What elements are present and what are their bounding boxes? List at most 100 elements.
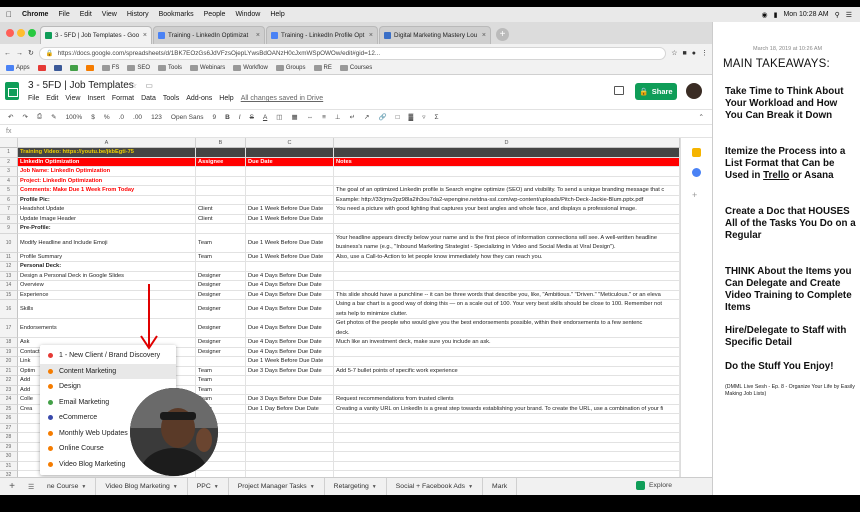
row-number[interactable]: 10 bbox=[0, 233, 18, 253]
cell-c28[interactable] bbox=[246, 433, 334, 443]
cell-a1[interactable]: Training Video: https://youtu.be/jkbEgti… bbox=[18, 148, 196, 158]
row-number[interactable]: 29 bbox=[0, 442, 18, 452]
bookmark-re[interactable]: RE bbox=[313, 65, 332, 71]
row-number[interactable]: 4 bbox=[0, 176, 18, 186]
menu-edit[interactable]: Edit bbox=[80, 11, 92, 18]
row-number[interactable]: 17 bbox=[0, 319, 18, 338]
bookmark-fs[interactable]: FS bbox=[101, 65, 119, 71]
link-icon[interactable]: 🔗 bbox=[378, 113, 386, 121]
cell-b23[interactable]: Team bbox=[196, 385, 246, 395]
cell-a8[interactable]: Update Image Header bbox=[18, 214, 196, 224]
cell-b1[interactable] bbox=[196, 148, 246, 158]
menu-window[interactable]: Window bbox=[235, 11, 260, 18]
row-number[interactable]: 5 bbox=[0, 186, 18, 196]
wrap-icon[interactable]: ↵ bbox=[350, 113, 355, 121]
bookmark-courses[interactable]: Courses bbox=[339, 65, 372, 71]
bold-icon[interactable]: B bbox=[225, 114, 230, 121]
cell-c30[interactable] bbox=[246, 452, 334, 462]
cell-d22[interactable] bbox=[334, 376, 680, 386]
row-number[interactable]: 13 bbox=[0, 271, 18, 281]
cell-c21[interactable]: Due 3 Days Before Due Date bbox=[246, 366, 334, 376]
cell-c7[interactable]: Due 1 Week Before Due Date bbox=[246, 205, 334, 215]
cell-b21[interactable]: Team bbox=[196, 366, 246, 376]
row-number[interactable]: 16 bbox=[0, 300, 18, 319]
profile-icon[interactable]: ● bbox=[692, 50, 696, 57]
more-icon[interactable]: ⋮ bbox=[701, 49, 708, 57]
column-header-c[interactable]: C bbox=[246, 138, 334, 148]
chart-icon[interactable]: ▓ bbox=[409, 114, 414, 121]
sheet-tab-online-course[interactable]: ne Course ▼ bbox=[38, 478, 97, 495]
row-number[interactable]: 30 bbox=[0, 452, 18, 462]
bookmark-seo[interactable]: SEO bbox=[127, 65, 150, 71]
row-number[interactable]: 25 bbox=[0, 404, 18, 414]
row-number[interactable]: 15 bbox=[0, 290, 18, 300]
cell-c20[interactable]: Due 1 Week Before Due Date bbox=[246, 357, 334, 367]
menu-sheet-edit[interactable]: Edit bbox=[46, 95, 58, 102]
all-sheets-icon[interactable]: ☰ bbox=[24, 483, 38, 491]
cell-c26[interactable] bbox=[246, 414, 334, 424]
close-tab-icon[interactable]: × bbox=[369, 32, 373, 39]
cell-d27[interactable] bbox=[334, 423, 680, 433]
cell-a2[interactable]: LinkedIn Optimization bbox=[18, 157, 196, 167]
reload-icon[interactable]: ↻ bbox=[28, 49, 34, 57]
align-icon[interactable]: ≡ bbox=[322, 114, 326, 121]
cell-b10[interactable]: Team bbox=[196, 233, 246, 253]
minimize-window-icon[interactable] bbox=[17, 29, 25, 37]
row-number[interactable]: 23 bbox=[0, 385, 18, 395]
sheet-tab-video-blog[interactable]: Video Blog Marketing ▼ bbox=[96, 478, 188, 495]
cell-c18[interactable]: Due 4 Days Before Due Date bbox=[246, 338, 334, 348]
cell-a4[interactable]: Project: LinkedIn Optimization bbox=[18, 176, 196, 186]
bookmark-groups[interactable]: Groups bbox=[275, 65, 306, 71]
cell-c16[interactable]: Due 4 Days Before Due Date bbox=[246, 300, 334, 319]
row-number[interactable]: 18 bbox=[0, 338, 18, 348]
apple-icon[interactable]:  bbox=[6, 10, 12, 19]
row-number[interactable]: 21 bbox=[0, 366, 18, 376]
italic-icon[interactable]: I bbox=[239, 114, 241, 121]
cell-d16[interactable]: Using a bar chart is a good way of doing… bbox=[334, 300, 680, 319]
cell-c17[interactable]: Due 4 Days Before Due Date bbox=[246, 319, 334, 338]
cell-c12[interactable] bbox=[246, 262, 334, 272]
cell-b4[interactable] bbox=[196, 176, 246, 186]
cell-a12[interactable]: Personal Deck: bbox=[18, 262, 196, 272]
cell-d26[interactable] bbox=[334, 414, 680, 424]
sheet-tab-ppc[interactable]: PPC ▼ bbox=[188, 478, 229, 495]
row-number[interactable]: 11 bbox=[0, 252, 18, 262]
column-header-a[interactable]: A bbox=[18, 138, 196, 148]
cell-c8[interactable]: Due 1 Week Before Due Date bbox=[246, 214, 334, 224]
comments-icon[interactable] bbox=[614, 86, 624, 95]
cell-a10[interactable]: Modify Headline and Include Emoji bbox=[18, 233, 196, 253]
menu-sheet-addons[interactable]: Add-ons bbox=[186, 95, 212, 102]
menu-sheet-data[interactable]: Data bbox=[141, 95, 156, 102]
bookmark-webinars[interactable]: Webinars bbox=[190, 65, 225, 71]
tab-training-linkedin-profile[interactable]: Training - LinkedIn Profile Opt × bbox=[266, 26, 378, 44]
cell-b15[interactable]: Designer bbox=[196, 290, 246, 300]
row-number[interactable]: 24 bbox=[0, 395, 18, 405]
row-number[interactable]: 12 bbox=[0, 262, 18, 272]
cell-c25[interactable]: Due 1 Day Before Due Date bbox=[246, 404, 334, 414]
cell-b19[interactable]: Designer bbox=[196, 347, 246, 357]
share-button[interactable]: 🔒 Share bbox=[635, 83, 677, 100]
close-window-icon[interactable] bbox=[6, 29, 14, 37]
cell-c5[interactable] bbox=[246, 186, 334, 196]
cell-c4[interactable] bbox=[246, 176, 334, 186]
cell-a5[interactable]: Comments: Make Due 1 Week From Today bbox=[18, 186, 196, 196]
cell-b9[interactable] bbox=[196, 224, 246, 234]
cell-c1[interactable] bbox=[246, 148, 334, 158]
tab-digital-marketing-mastery[interactable]: Digital Marketing Mastery Lou × bbox=[379, 26, 491, 44]
cell-d20[interactable] bbox=[334, 357, 680, 367]
search-icon[interactable]: ⚲ bbox=[835, 11, 840, 19]
wifi-icon[interactable]: ◉ bbox=[761, 11, 767, 19]
menu-sheet-file[interactable]: File bbox=[28, 95, 39, 102]
cell-c29[interactable] bbox=[246, 442, 334, 452]
cell-d15[interactable]: This slide should have a punchline -- it… bbox=[334, 290, 680, 300]
tab-job-templates[interactable]: 3 - 5FD | Job Templates - Goo × bbox=[40, 26, 152, 44]
strikethrough-icon[interactable]: S bbox=[250, 114, 254, 121]
cell-c3[interactable] bbox=[246, 167, 334, 177]
cell-b14[interactable]: Designer bbox=[196, 281, 246, 291]
cell-d9[interactable] bbox=[334, 224, 680, 234]
back-icon[interactable]: ← bbox=[4, 50, 11, 57]
cell-a15[interactable]: Experience bbox=[18, 290, 196, 300]
menu-sheet-view[interactable]: View bbox=[65, 95, 80, 102]
sheets-logo-icon[interactable] bbox=[5, 82, 19, 100]
cell-d18[interactable]: Much like an investment deck, make sure … bbox=[334, 338, 680, 348]
